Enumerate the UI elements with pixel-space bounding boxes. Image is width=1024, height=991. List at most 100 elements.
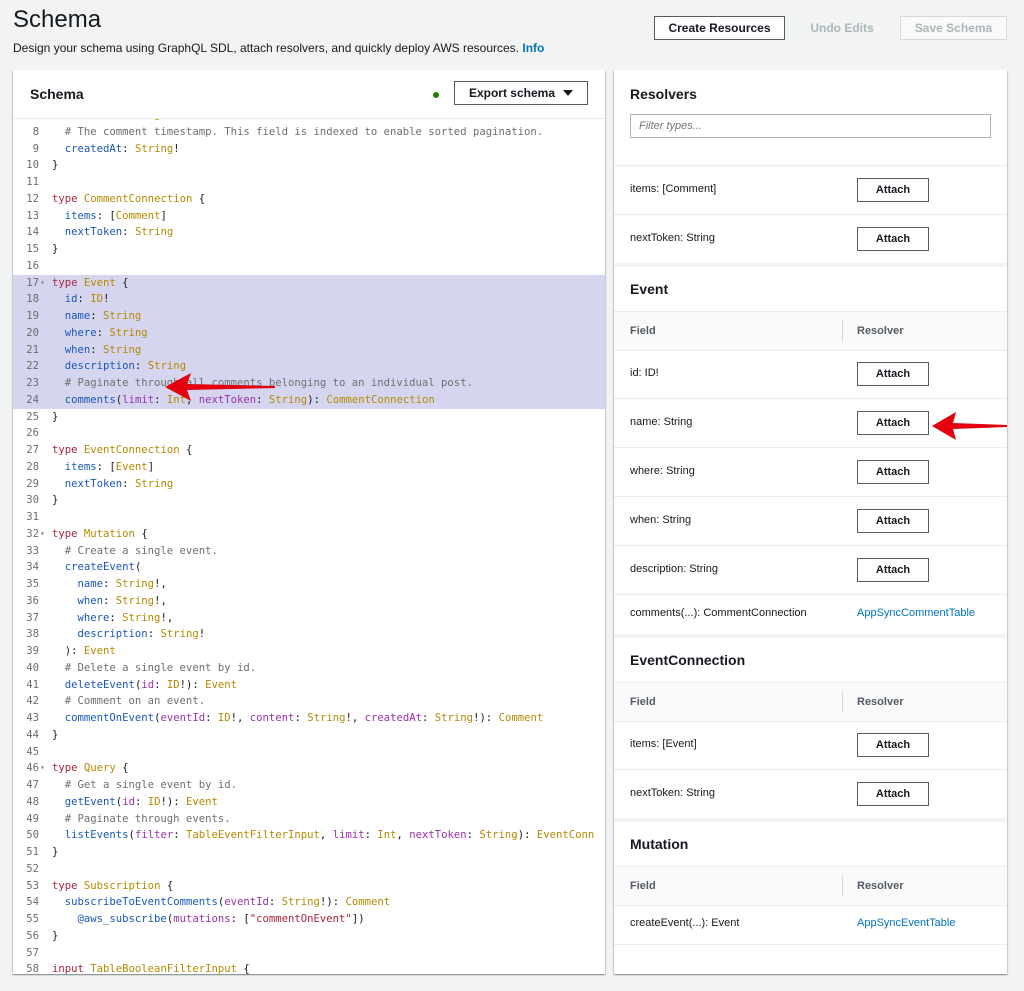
schema-panel-header: Schema Export schema	[13, 70, 605, 119]
line-number: 44	[26, 728, 39, 741]
code-line: 47 # Get a single event by id.	[13, 777, 605, 794]
resolver-row: where: String Attach	[614, 447, 1007, 497]
attach-button[interactable]: Attach	[857, 557, 929, 582]
line-number: 49	[26, 812, 39, 825]
code-line: 36 when: String!,	[13, 593, 605, 610]
filter-types-input[interactable]	[630, 114, 991, 138]
code-text: subscribeToEventComments(eventId: String…	[64, 896, 391, 909]
code-line: 29 nextToken: String	[13, 476, 605, 493]
resolver-row: createEvent(...): Event AppSyncEventTable	[614, 904, 1007, 945]
resolver-link[interactable]: AppSyncCommentTable	[857, 607, 975, 619]
resolvers-panel: Resolvers items: [Comment]AttachnextToke…	[614, 70, 1007, 974]
resolver-column-header: Field Resolver	[614, 682, 1007, 722]
line-number: 46	[26, 762, 39, 775]
column-separator	[842, 320, 843, 342]
code-text: getEvent(id: ID!): Event	[64, 795, 218, 808]
code-text: type EventConnection {	[52, 444, 193, 456]
code-line: 31	[13, 509, 605, 526]
code-text: # Comment on an event.	[52, 695, 206, 708]
code-line: 13 items: [Comment]	[13, 208, 605, 225]
resolver-field-name: when: String	[630, 513, 692, 526]
section-name: EventConnection	[630, 652, 746, 668]
line-number: 13	[26, 209, 39, 222]
column-resolver: Resolver	[857, 696, 904, 708]
code-line: 51}	[13, 844, 605, 861]
page-description-text: Design your schema using GraphQL SDL, at…	[13, 41, 520, 55]
code-text: where: String	[64, 326, 148, 339]
resolver-column-header: Field Resolver	[614, 311, 1007, 351]
attach-button[interactable]: Attach	[857, 781, 929, 806]
red-arrow-icon	[932, 412, 1007, 440]
line-number: 47	[26, 779, 39, 791]
attach-button[interactable]: Attach	[857, 177, 929, 202]
schema-code-editor[interactable]: 7 content: String!8 # The comment timest…	[13, 119, 605, 974]
code-text: createdAt: String!	[64, 142, 180, 155]
resolver-section-title: Event	[614, 267, 1007, 311]
status-dot-icon	[433, 92, 439, 98]
code-line: 49 # Paginate through events.	[13, 811, 605, 828]
line-number: 51	[26, 846, 39, 858]
code-line: 40 # Delete a single event by id.	[13, 660, 605, 677]
resolver-row: items: [Event] Attach	[614, 720, 1007, 770]
line-number: 55	[26, 913, 39, 925]
code-line: 32 ▾ type Mutation {	[13, 526, 605, 543]
attach-button[interactable]: Attach	[857, 410, 929, 435]
resolver-field-name: createEvent(...): Event	[630, 917, 740, 929]
code-line: 10}	[13, 157, 605, 174]
schema-panel-title: Schema	[30, 86, 84, 102]
line-number: 30	[26, 494, 39, 507]
resolver-row: nextToken: String Attach	[614, 214, 1007, 264]
save-schema-button[interactable]: Save Schema	[900, 16, 1007, 40]
attach-button[interactable]: Attach	[857, 508, 929, 533]
export-schema-label: Export schema	[468, 86, 556, 100]
resolver-section-title: Mutation	[614, 822, 1007, 866]
attach-button[interactable]: Attach	[857, 459, 929, 484]
code-line: 12 type CommentConnection {	[13, 191, 605, 208]
fold-caret-icon[interactable]: ▾	[40, 760, 45, 777]
code-line: 48 getEvent(id: ID!): Event	[13, 794, 605, 811]
code-line: 58 input TableBooleanFilterInput {	[13, 961, 605, 974]
export-schema-button[interactable]: Export schema	[454, 81, 588, 105]
undo-edits-button[interactable]: Undo Edits	[800, 16, 884, 40]
attach-button[interactable]: Attach	[857, 732, 929, 757]
code-text: commentOnEvent(eventId: ID!, content: St…	[64, 712, 544, 724]
line-number: 25	[26, 410, 39, 423]
resolver-field-name: description: String	[630, 562, 719, 575]
code-line: 39 ): Event	[13, 643, 605, 660]
line-number: 48	[26, 795, 39, 808]
resolver-row: items: [Comment] Attach	[614, 165, 1007, 215]
create-resources-button[interactable]: Create Resources	[654, 16, 785, 40]
resolver-field-name: nextToken: String	[630, 231, 715, 244]
line-number: 32	[26, 527, 39, 540]
line-number: 50	[26, 829, 39, 842]
line-number: 54	[26, 896, 39, 909]
resolver-link[interactable]: AppSyncEventTable	[857, 917, 955, 929]
code-line: 17 ▾ type Event {	[13, 274, 605, 292]
fold-caret-icon[interactable]: ▾	[40, 526, 45, 543]
line-number: 38	[26, 628, 39, 641]
attach-button[interactable]: Attach	[857, 361, 929, 386]
line-number: 34	[26, 561, 39, 574]
code-line: 34 createEvent(	[13, 559, 605, 576]
code-text: createEvent(	[64, 561, 142, 574]
line-number: 41	[26, 678, 39, 691]
section-name: Event	[630, 281, 669, 297]
fold-caret-icon[interactable]: ▾	[40, 275, 45, 292]
code-text: when: String	[64, 343, 142, 356]
code-text: when: String!,	[77, 594, 167, 607]
line-number: 31	[26, 511, 39, 523]
line-number: 37	[26, 611, 39, 624]
code-text: items: [Event]	[64, 460, 155, 473]
attach-button[interactable]: Attach	[857, 226, 929, 251]
code-line: 35 name: String!,	[13, 576, 605, 593]
resolver-field-name: items: [Comment]	[630, 182, 717, 195]
line-number: 36	[26, 594, 39, 607]
line-number: 15	[26, 243, 39, 255]
code-line: 23 # Paginate through all comments belon…	[13, 375, 605, 392]
line-number: 17	[26, 276, 39, 289]
info-link[interactable]: Info	[522, 41, 544, 55]
resolver-row: comments(...): CommentConnection AppSyncC…	[614, 594, 1007, 635]
line-number: 9	[32, 142, 39, 155]
code-line: 15}	[13, 241, 605, 258]
line-number: 23	[26, 377, 39, 389]
